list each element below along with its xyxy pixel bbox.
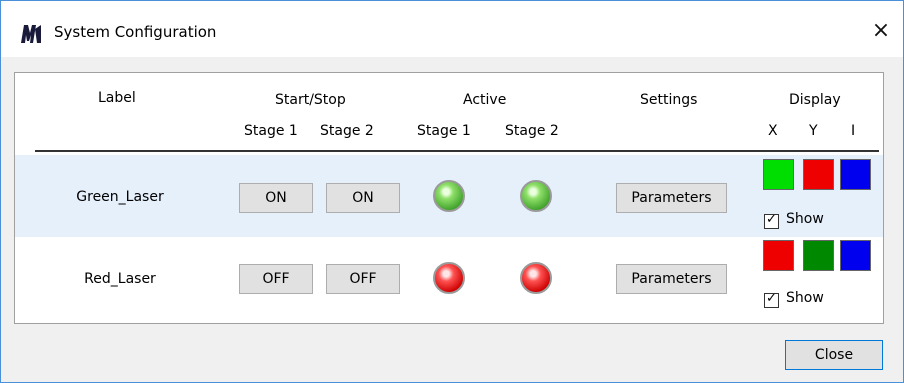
row-label-red-laser: Red_Laser (84, 271, 156, 287)
red-laser-stage1-button[interactable]: OFF (239, 264, 313, 294)
header-separator (35, 150, 879, 152)
green-laser-display-y-color[interactable] (803, 159, 834, 190)
green-laser-stage2-button[interactable]: ON (326, 183, 400, 213)
title-bar: System Configuration × (1, 1, 903, 57)
header-display: Display (789, 92, 841, 108)
header-start-stop: Start/Stop (275, 92, 346, 108)
red-laser-show-checkbox[interactable]: ✓ (764, 291, 779, 308)
header-label: Label (98, 90, 136, 106)
red-laser-parameters-button[interactable]: Parameters (616, 264, 727, 294)
green-laser-stage1-active-indicator (433, 180, 465, 212)
header-display-i: I (851, 123, 856, 139)
configuration-panel: Label Start/Stop Active Settings Display… (14, 72, 884, 324)
header-start-stage2: Stage 2 (320, 123, 374, 139)
green-laser-show-label: Show (786, 211, 824, 227)
header-display-x: X (768, 123, 778, 139)
close-button[interactable]: Close (785, 340, 883, 370)
header-display-y: Y (809, 123, 818, 139)
system-configuration-window: System Configuration × Label Start/Stop … (0, 0, 904, 383)
header-settings: Settings (640, 92, 698, 108)
header-start-stage1: Stage 1 (244, 123, 298, 139)
green-laser-stage2-active-indicator (520, 180, 552, 212)
app-logo-icon (21, 25, 41, 43)
header-active-stage2: Stage 2 (505, 123, 559, 139)
checkmark-icon: ✓ (766, 212, 777, 227)
red-laser-stage2-active-indicator (520, 262, 552, 294)
red-laser-stage2-button[interactable]: OFF (326, 264, 400, 294)
red-laser-show-label: Show (786, 290, 824, 306)
checkmark-icon: ✓ (766, 291, 777, 306)
red-laser-display-i-color[interactable] (840, 240, 871, 271)
close-icon[interactable]: × (869, 19, 893, 43)
header-active: Active (463, 92, 507, 108)
red-laser-display-y-color[interactable] (803, 240, 834, 271)
green-laser-display-x-color[interactable] (763, 159, 794, 190)
green-laser-stage1-button[interactable]: ON (239, 183, 313, 213)
green-laser-parameters-button[interactable]: Parameters (616, 183, 727, 213)
row-label-green-laser: Green_Laser (76, 189, 164, 205)
red-laser-display-x-color[interactable] (763, 240, 794, 271)
green-laser-display-i-color[interactable] (840, 159, 871, 190)
header-active-stage1: Stage 1 (417, 123, 471, 139)
green-laser-show-checkbox[interactable]: ✓ (764, 212, 779, 229)
red-laser-stage1-active-indicator (433, 262, 465, 294)
window-title: System Configuration (54, 23, 217, 41)
